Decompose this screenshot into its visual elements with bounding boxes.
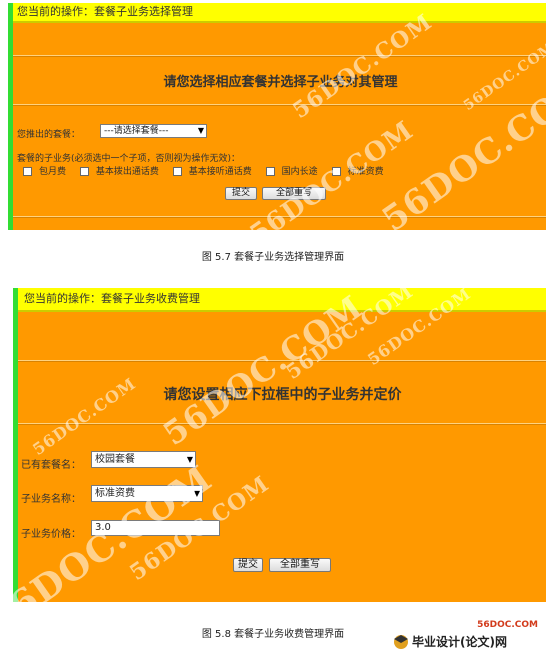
price-label: 子业务价格： xyxy=(21,529,81,540)
divider xyxy=(13,104,546,106)
current-operation-header: 您当前的操作：套餐子业务收费管理 xyxy=(18,288,546,312)
site-logo: 56DOC.COM 毕业设计(论文)网 xyxy=(390,620,542,652)
divider xyxy=(18,360,546,362)
submit-button[interactable]: 提交 xyxy=(225,187,257,200)
checkbox[interactable] xyxy=(23,167,32,176)
package-select-value: ---请选择套餐--- xyxy=(104,126,169,136)
checkbox-item[interactable]: 包月费 xyxy=(23,167,66,177)
chevron-down-icon: ▼ xyxy=(193,489,200,498)
package-name-value: 校园套餐 xyxy=(95,454,135,465)
checkbox[interactable] xyxy=(331,167,341,176)
logo-site-name: 毕业设计(论文)网 xyxy=(412,635,507,649)
divider xyxy=(13,216,546,218)
chevron-down-icon: ▼ xyxy=(197,126,204,135)
divider xyxy=(13,55,546,57)
checkbox-item[interactable]: 标准资费 xyxy=(331,167,384,177)
mortarboard-icon xyxy=(394,635,408,649)
subservice-name-label: 子业务名称： xyxy=(21,494,81,505)
logo-url: 56DOC.COM xyxy=(477,620,538,630)
page-title: 请您设置相应下拉框中的子业务并定价 xyxy=(163,387,402,403)
checkbox[interactable] xyxy=(172,167,182,176)
accent-bar xyxy=(8,21,13,106)
package-select[interactable]: ---请选择套餐--- ▼ xyxy=(100,124,207,138)
reset-button[interactable]: 全部重写 xyxy=(269,558,331,572)
subservice-fee-panel: 您当前的操作：套餐子业务收费管理 请您设置相应下拉框中的子业务并定价 已有套餐名… xyxy=(13,288,546,602)
subservice-label: 套餐的子业务(必须选中一个子项，否则视为操作无效)： xyxy=(17,154,241,164)
submit-button[interactable]: 提交 xyxy=(233,558,263,572)
price-input[interactable]: 3.0 xyxy=(91,520,220,536)
accent-bar xyxy=(13,316,18,424)
subservice-name-value: 标准资费 xyxy=(95,488,135,499)
checkbox[interactable] xyxy=(265,167,275,176)
reset-button[interactable]: 全部重写 xyxy=(262,187,326,200)
subservice-name-select[interactable]: 标准资费 ▼ xyxy=(91,485,203,502)
figure-caption: 图 5.7 套餐子业务选择管理界面 xyxy=(201,252,345,263)
subservice-select-panel: 您当前的操作：套餐子业务选择管理 请您选择相应套餐并选择子业务对其管理 您推出的… xyxy=(8,3,546,230)
current-operation-header: 您当前的操作：套餐子业务选择管理 xyxy=(13,3,546,23)
package-name-select[interactable]: 校园套餐 ▼ xyxy=(91,451,196,468)
chevron-down-icon: ▼ xyxy=(186,455,193,464)
checkbox[interactable] xyxy=(79,167,89,176)
checkbox-item[interactable]: 基本拨出通话费 xyxy=(79,167,159,177)
checkbox-item[interactable]: 国内长途 xyxy=(265,167,318,177)
package-label: 您推出的套餐： xyxy=(17,130,81,140)
divider xyxy=(18,423,546,425)
subservice-checkbox-list: 包月费 基本拨出通话费 基本接听通话费 国内长途 标准资费 xyxy=(23,164,395,177)
checkbox-item[interactable]: 基本接听通话费 xyxy=(172,167,252,177)
page-title: 请您选择相应套餐并选择子业务对其管理 xyxy=(163,75,398,90)
package-name-label: 已有套餐名： xyxy=(21,460,81,471)
